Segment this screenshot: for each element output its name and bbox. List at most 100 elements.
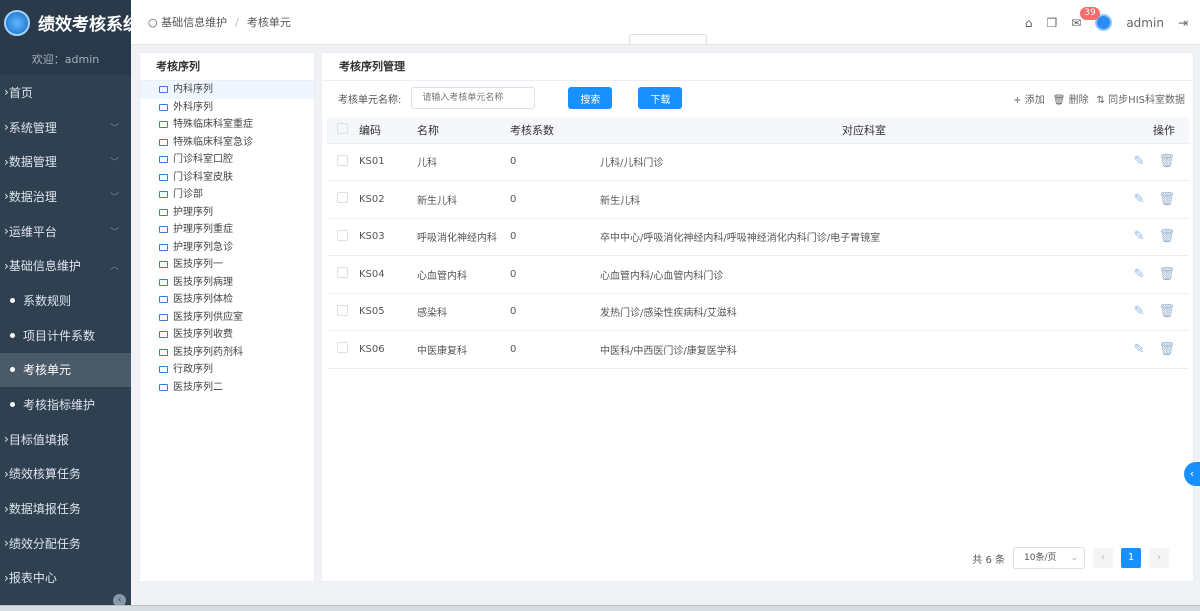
edit-icon[interactable]: ✎ bbox=[1134, 192, 1145, 207]
row-checkbox[interactable] bbox=[337, 342, 348, 354]
bottom-scrollbar[interactable] bbox=[0, 605, 1200, 611]
sidebar-item-label: 系统管理 bbox=[8, 120, 57, 135]
username[interactable]: admin bbox=[1126, 16, 1164, 30]
sidebar-subitem-assessment-unit[interactable]: 考核单元 bbox=[0, 352, 131, 388]
tree-list: 内科序列 外科序列 特殊临床科室重症 特殊临床科室急诊 门诊科室口腔 门诊科室皮肤 门诊部护… bbox=[140, 81, 314, 396]
breadcrumb-parent[interactable]: 基础信息维护 bbox=[161, 14, 227, 30]
sidebar-item-label: 数据填报任务 bbox=[8, 502, 81, 517]
row-checkbox[interactable] bbox=[337, 267, 348, 279]
sidebar-item-governance[interactable]: › 数据治理 ﹀ bbox=[0, 179, 131, 214]
page-size-value: 10条/页 bbox=[1024, 553, 1057, 563]
table-row: KS01 儿科 0 儿科/儿科门诊 ✎ 🗑 bbox=[327, 143, 1189, 181]
edit-icon[interactable]: ✎ bbox=[1134, 229, 1145, 244]
cell-coef: 0 bbox=[510, 143, 600, 181]
folder-icon bbox=[159, 278, 168, 286]
cell-code: KS02 bbox=[359, 180, 417, 219]
sidebar-subitem-piece-coef[interactable]: 项目计件系数 bbox=[0, 318, 131, 353]
tree-item[interactable]: 医技序列病理 bbox=[140, 274, 314, 292]
delete-icon[interactable]: 🗑 bbox=[1158, 192, 1175, 207]
bullet-icon bbox=[10, 402, 15, 408]
sidebar-item-reports[interactable]: › 报表中心 bbox=[0, 561, 131, 596]
search-input[interactable] bbox=[411, 87, 536, 109]
edit-icon[interactable]: ✎ bbox=[1134, 342, 1145, 357]
sidebar-item-system[interactable]: › 系统管理 ﹀ bbox=[0, 110, 131, 145]
sidebar-subitem-indicator[interactable]: 考核指标维护 bbox=[0, 387, 131, 422]
fullscreen-icon[interactable]: ❐ bbox=[1047, 16, 1058, 30]
row-checkbox[interactable] bbox=[337, 154, 348, 166]
notification-badge: 39 bbox=[1080, 6, 1100, 20]
col-dept: 对应科室 bbox=[600, 117, 1128, 144]
sidebar-item-basic-info[interactable]: › 基础信息维护 ︿ bbox=[0, 248, 131, 283]
table-row: KS04 心血管内科 0 心血管内科/心血管内科门诊 ✎ 🗑 bbox=[327, 255, 1189, 294]
tree-item-label: 护理序列重症 bbox=[173, 224, 233, 235]
tree-item-label: 内科序列 bbox=[173, 84, 213, 95]
tree-item[interactable]: 医技序列供应室 bbox=[140, 309, 314, 327]
page-button-current[interactable]: 1 bbox=[1121, 548, 1141, 568]
table-row: KS02 新生儿科 0 新生儿科 ✎ 🗑 bbox=[327, 180, 1189, 219]
cell-code: KS06 bbox=[359, 330, 417, 369]
cell-dept: 新生儿科 bbox=[600, 180, 1128, 219]
sequence-tree-panel: 考核序列 内科序列 外科序列 特殊临床科室重症 特殊临床科室急诊 门诊科室口腔 门诊科室皮… bbox=[139, 52, 315, 582]
refresh-icon[interactable]: ○ bbox=[148, 16, 158, 29]
tree-item[interactable]: 护理序列 bbox=[140, 204, 314, 222]
sidebar-item-ops[interactable]: › 运维平台 ﹀ bbox=[0, 214, 131, 249]
col-ops: 操作 bbox=[1128, 117, 1189, 144]
tree-item[interactable]: 门诊科室口腔 bbox=[140, 151, 314, 169]
tree-item[interactable]: 护理序列急诊 bbox=[140, 239, 314, 257]
tree-item-label: 医技序列病理 bbox=[173, 276, 233, 288]
sidebar-item-data-fill[interactable]: › 数据填报任务 bbox=[0, 491, 131, 526]
tree-item[interactable]: 医技序列二 bbox=[140, 379, 314, 397]
tree-item[interactable]: 特殊临床科室急诊 bbox=[140, 134, 314, 152]
tree-item[interactable]: 门诊部 bbox=[140, 186, 314, 204]
sidebar-item-data[interactable]: › 数据管理 ﹀ bbox=[0, 144, 131, 179]
home-icon[interactable]: ⌂ bbox=[1025, 16, 1033, 30]
tree-item[interactable]: 门诊科室皮肤 bbox=[140, 169, 314, 187]
prev-page-button[interactable]: ‹ bbox=[1093, 548, 1113, 568]
page-size-select[interactable]: 10条/页 ⌄ bbox=[1013, 547, 1085, 569]
row-checkbox[interactable] bbox=[337, 229, 348, 241]
row-checkbox[interactable] bbox=[337, 192, 348, 204]
message-icon[interactable]: ✉ 39 bbox=[1071, 6, 1100, 30]
select-all-checkbox[interactable] bbox=[337, 122, 348, 134]
page-title: 考核序列管理 bbox=[322, 53, 1193, 81]
search-button[interactable]: 搜索 bbox=[568, 87, 613, 109]
tree-item[interactable]: 外科序列 bbox=[140, 99, 314, 117]
tree-item[interactable]: 医技序列体检 bbox=[140, 291, 314, 309]
delete-icon[interactable]: 🗑 bbox=[1158, 229, 1175, 244]
main-panel: 考核序列管理 考核单元名称: 搜索 下载 + 添加 🗑 删除 ⇅ 同步HIS科室… bbox=[321, 52, 1194, 582]
sidebar-item-distribution[interactable]: › 绩效分配任务 bbox=[0, 526, 131, 561]
tree-item[interactable]: 特殊临床科室重症 bbox=[140, 116, 314, 134]
unit-table: 编码 名称 考核系数 对应科室 操作 KS01 儿科 0 儿科/儿科门诊 ✎ 🗑 KS02 新… bbox=[327, 117, 1189, 369]
sidebar-item-target[interactable]: › 目标值填报 bbox=[0, 422, 131, 457]
edit-icon[interactable]: ✎ bbox=[1134, 154, 1145, 169]
bullet-icon bbox=[10, 297, 15, 303]
tree-item-label: 护理序列急诊 bbox=[173, 241, 233, 253]
sync-button[interactable]: ⇅ 同步HIS科室数据 bbox=[1097, 91, 1185, 106]
cell-code: KS03 bbox=[359, 218, 417, 256]
sidebar-item-accounting[interactable]: › 绩效核算任务 bbox=[0, 457, 131, 492]
tree-item[interactable]: 医技序列药剂科 bbox=[140, 344, 314, 362]
tree-item[interactable]: 医技序列收费 bbox=[140, 326, 314, 344]
delete-icon[interactable]: 🗑 bbox=[1158, 304, 1175, 319]
delete-icon[interactable]: 🗑 bbox=[1158, 267, 1175, 282]
logout-icon[interactable]: ⇥ bbox=[1178, 16, 1188, 30]
tree-item[interactable]: 护理序列重症 bbox=[140, 221, 314, 239]
delete-icon[interactable]: 🗑 bbox=[1158, 342, 1175, 357]
delete-icon[interactable]: 🗑 bbox=[1158, 154, 1175, 169]
tree-item[interactable]: 行政序列 bbox=[140, 361, 314, 379]
row-checkbox[interactable] bbox=[337, 304, 348, 316]
next-page-button[interactable]: › bbox=[1149, 548, 1169, 568]
tree-item[interactable]: 内科序列 bbox=[140, 81, 314, 99]
download-button[interactable]: 下载 bbox=[638, 87, 683, 109]
delete-button[interactable]: 🗑 删除 bbox=[1053, 91, 1089, 106]
sidebar-item-home[interactable]: › 首页 bbox=[0, 75, 131, 110]
sidebar-subitem-coef-rules[interactable]: 系数规则 bbox=[0, 283, 131, 318]
tab-indicator[interactable] bbox=[629, 34, 707, 44]
edit-icon[interactable]: ✎ bbox=[1134, 267, 1145, 282]
edit-icon[interactable]: ✎ bbox=[1134, 304, 1145, 319]
sidebar-item-label: 考核单元 bbox=[23, 363, 72, 378]
cell-dept: 卒中中心/呼吸消化神经内科/呼吸神经消化内科门诊/电子胃镜室 bbox=[600, 218, 1128, 256]
tree-item[interactable]: 医技序列一 bbox=[140, 256, 314, 274]
folder-icon bbox=[159, 208, 168, 216]
add-button[interactable]: + 添加 bbox=[1013, 91, 1045, 106]
